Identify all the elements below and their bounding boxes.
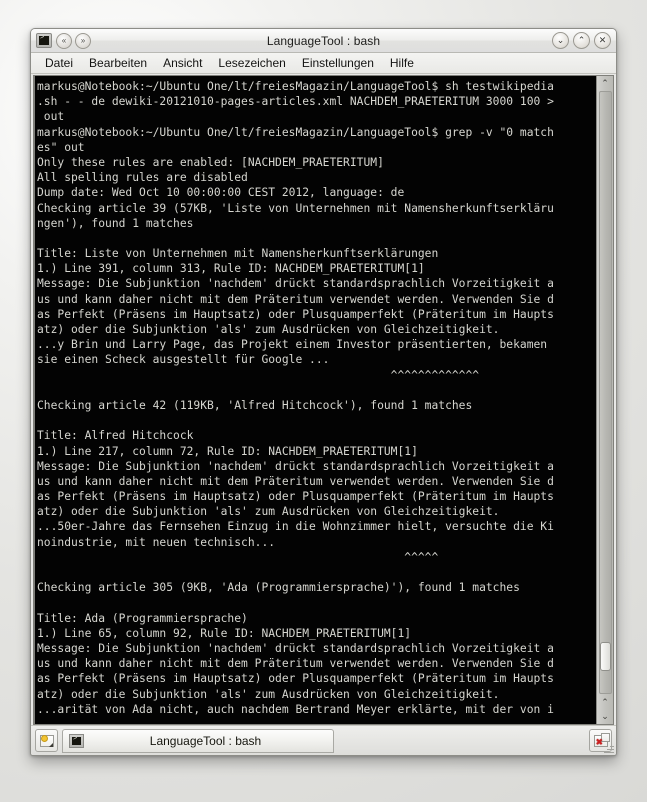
terminal-line: sie einen Scheck ausgestellt für Google … [37,353,330,367]
scrollbar-bottom-arrows: ⌃ ⌄ [598,695,613,724]
terminal-scrollbar[interactable]: ⌃ ⌃ ⌄ [596,76,613,724]
maximize-button[interactable]: ⌃ [573,32,590,49]
terminal-line: 1.) Line 391, column 313, Rule ID: NACHD… [37,262,425,276]
terminal-line: .sh - - de dewiki-20121010-pages-article… [37,95,554,109]
terminal-line: markus@Notebook:~/Ubuntu One/lt/freiesMa… [37,125,554,139]
menu-item-datei[interactable]: Datei [37,54,81,72]
tab-label: LanguageTool : bash [149,733,262,748]
terminal-line: as Perfekt (Präsens im Hauptsatz) oder P… [37,672,554,686]
terminal-line: us und kann daher nicht mit dem Präterit… [37,474,554,488]
terminal-line: as Perfekt (Präsens im Hauptsatz) oder P… [37,490,554,504]
menu-item-hilfe[interactable]: Hilfe [382,54,422,72]
konsole-window: « » LanguageTool : bash ⌄ ⌃ ✕ Datei Bear… [30,28,617,756]
terminal-line: us und kann daher nicht mit dem Präterit… [37,657,554,671]
window-controls: ⌄ ⌃ ✕ [552,32,611,49]
terminal-line: 1.) Line 217, column 72, Rule ID: NACHDE… [37,444,418,458]
terminal-line: Message: Die Subjunktion 'nachdem' drück… [37,641,554,655]
terminal-line: Checking article 305 (9KB, 'Ada (Program… [37,581,520,595]
terminal-line: noindustrie, mit neuen technisch... [37,535,276,549]
terminal-line: Checking article 39 (57KB, 'Liste von Un… [37,201,554,215]
minimize-button[interactable]: ⌄ [552,32,569,49]
window-title: LanguageTool : bash [266,33,381,48]
terminal-line: es" out [37,140,85,154]
terminal-line: ngen'), found 1 matches [37,216,194,230]
terminal-line: All spelling rules are disabled [37,171,248,185]
terminal-line: atz) oder die Subjunktion 'als' zum Ausd… [37,323,500,336]
scroll-up-arrow-icon[interactable]: ⌃ [598,76,613,90]
close-button[interactable]: ✕ [594,32,611,49]
tabbar: LanguageTool : bash [31,725,616,755]
terminal-line: as Perfekt (Präsens im Hauptsatz) oder P… [37,307,554,321]
menu-item-bearbeiten[interactable]: Bearbeiten [81,54,155,72]
resize-grip[interactable] [604,743,614,753]
terminal-line: markus@Notebook:~/Ubuntu One/lt/freiesMa… [37,80,554,93]
terminal-line: Title: Alfred Hitchcock [37,429,194,443]
terminal-line: 1.) Line 65, column 92, Rule ID: NACHDEM… [37,626,412,640]
terminal-icon [36,33,52,48]
terminal-line: atz) oder die Subjunktion 'als' zum Ausd… [37,505,500,519]
terminal-line: ...arität von Ada nicht, auch nachdem Be… [37,702,554,716]
terminal-line: Message: Die Subjunktion 'nachdem' drück… [37,277,554,291]
menubar: Datei Bearbeiten Ansicht Lesezeichen Ein… [31,53,616,74]
terminal-icon [69,733,84,748]
menu-item-einstellungen[interactable]: Einstellungen [294,54,382,72]
terminal-lines: markus@Notebook:~/Ubuntu One/lt/freiesMa… [37,79,594,717]
terminal-line: Title: Liste von Unternehmen mit Namensh… [37,247,439,261]
terminal-line: atz) oder die Subjunktion 'als' zum Ausd… [37,687,500,701]
terminal-line: Title: Ada (Programmiersprache) [37,611,248,625]
scroll-down-arrow-icon[interactable]: ⌄ [598,709,613,723]
menu-item-ansicht[interactable]: Ansicht [155,54,210,72]
new-tab-icon [39,734,54,747]
terminal-line: ^^^^^ [37,550,439,564]
scrollbar-thumb[interactable] [599,642,611,671]
terminal-line: Message: Die Subjunktion 'nachdem' drück… [37,459,554,473]
terminal-line: ^^^^^^^^^^^^^ [37,368,480,382]
shade-up-button[interactable]: « [56,32,72,49]
scroll-up-arrow-icon-bottom[interactable]: ⌃ [598,695,613,709]
window-titlebar[interactable]: « » LanguageTool : bash ⌄ ⌃ ✕ [31,29,616,53]
terminal-line: Dump date: Wed Oct 10 00:00:00 CEST 2012… [37,186,405,200]
terminal-line: ...50er-Jahre das Fernsehen Einzug in di… [37,520,554,534]
terminal-area: markus@Notebook:~/Ubuntu One/lt/freiesMa… [33,75,614,725]
terminal-output[interactable]: markus@Notebook:~/Ubuntu One/lt/freiesMa… [35,76,596,724]
terminal-line: Only these rules are enabled: [NACHDEM_P… [37,155,384,169]
tab-languagetool-bash[interactable]: LanguageTool : bash [62,728,334,753]
shade-down-button[interactable]: » [75,32,91,49]
menu-item-lesezeichen[interactable]: Lesezeichen [210,54,293,72]
terminal-line: ...y Brin und Larry Page, das Projekt ei… [37,338,548,352]
scrollbar-track[interactable] [598,91,612,694]
terminal-line: Checking article 42 (119KB, 'Alfred Hitc… [37,398,473,412]
new-tab-button[interactable] [35,729,58,752]
terminal-line: out [37,110,65,124]
terminal-line: us und kann daher nicht mit dem Präterit… [37,292,554,306]
